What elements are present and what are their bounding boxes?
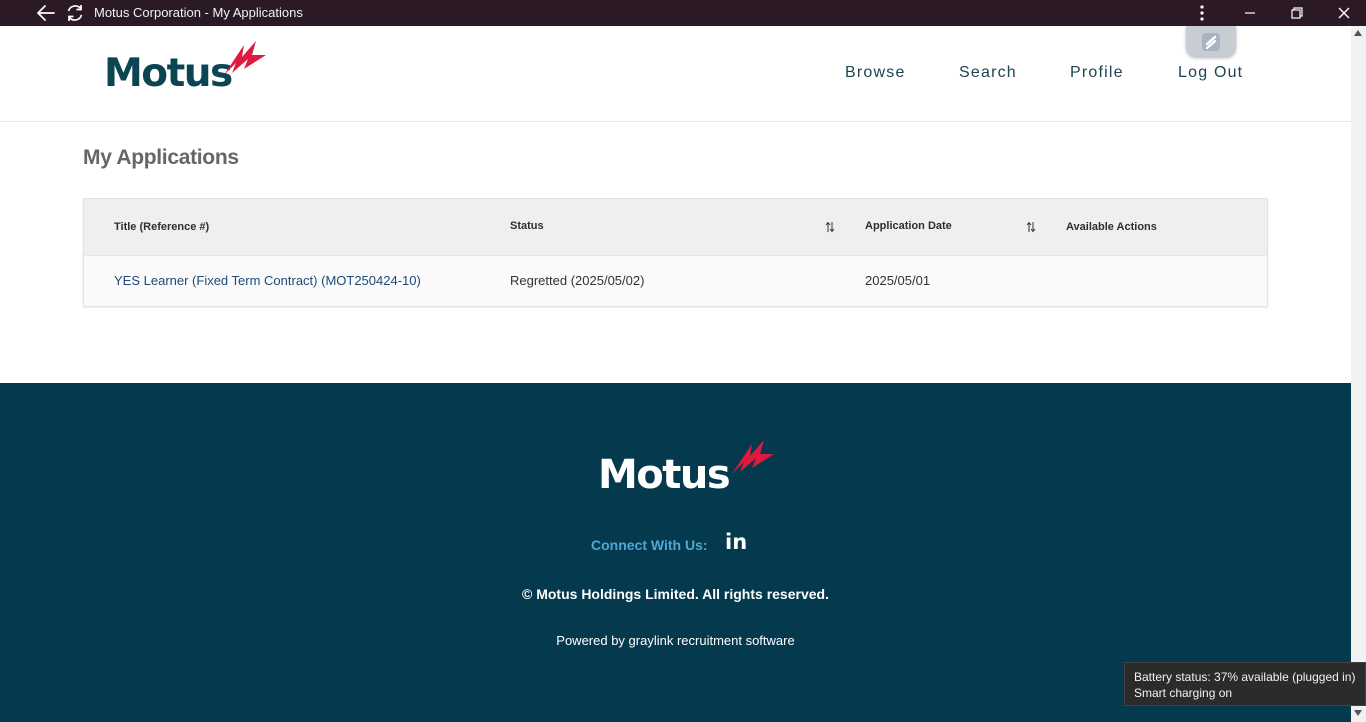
scroll-up-icon[interactable]	[1354, 30, 1362, 36]
sort-date-icon[interactable]	[1026, 221, 1036, 233]
nav-browse[interactable]: Browse	[845, 64, 906, 82]
scroll-down-icon[interactable]	[1354, 710, 1362, 716]
logo-wordmark: Motus	[104, 51, 233, 96]
footer-logo-wordmark: Motus	[598, 452, 731, 498]
back-arrow-icon[interactable]	[36, 4, 56, 22]
battery-tooltip: Battery status: 37% available (plugged i…	[1124, 662, 1366, 706]
bolt-logo-icon	[732, 440, 774, 474]
linkedin-icon[interactable]: in	[725, 532, 747, 553]
column-header-actions: Available Actions	[1066, 221, 1157, 233]
copyright-text: © Motus Holdings Limited. All rights res…	[522, 586, 829, 602]
nav-logout[interactable]: Log Out	[1178, 64, 1243, 82]
table-header: Title (Reference #) Status Application D…	[84, 199, 1267, 255]
application-title-link[interactable]: YES Learner (Fixed Term Contract) (MOT25…	[114, 273, 421, 288]
table-row: YES Learner (Fixed Term Contract) (MOT25…	[84, 255, 1267, 306]
close-icon[interactable]	[1335, 4, 1353, 22]
extension-badge[interactable]	[1186, 26, 1236, 57]
window-titlebar: Motus Corporation - My Applications	[0, 0, 1366, 26]
nav-profile[interactable]: Profile	[1070, 64, 1124, 82]
applications-table: Title (Reference #) Status Application D…	[83, 198, 1268, 307]
sort-status-icon[interactable]	[825, 221, 835, 233]
tooltip-line-1: Battery status: 37% available (plugged i…	[1134, 670, 1356, 684]
extension-icon	[1202, 33, 1220, 51]
site-header: Motus Browse Search Profile Log Out	[0, 26, 1351, 122]
nav-search[interactable]: Search	[959, 64, 1017, 82]
application-status: Regretted (2025/05/02)	[510, 273, 645, 288]
maximize-icon[interactable]	[1289, 5, 1305, 21]
more-options-icon[interactable]	[1194, 4, 1210, 22]
footer-logo: Motus	[598, 438, 778, 498]
tooltip-line-2: Smart charging on	[1134, 686, 1233, 700]
minimize-icon[interactable]	[1242, 5, 1258, 21]
page-title: My Applications	[83, 146, 239, 169]
window-title: Motus Corporation - My Applications	[94, 5, 303, 20]
bolt-logo-icon	[224, 41, 266, 75]
application-date: 2025/05/01	[865, 273, 931, 288]
column-header-status: Status	[510, 220, 544, 232]
motus-logo[interactable]: Motus	[104, 39, 274, 99]
column-header-title: Title (Reference #)	[114, 221, 210, 233]
powered-by-text: Powered by graylink recruitment software	[556, 633, 795, 648]
vertical-scrollbar[interactable]	[1351, 26, 1366, 722]
connect-label: Connect With Us:	[591, 537, 708, 553]
column-header-date: Application Date	[865, 220, 952, 232]
refresh-icon[interactable]	[65, 3, 85, 23]
